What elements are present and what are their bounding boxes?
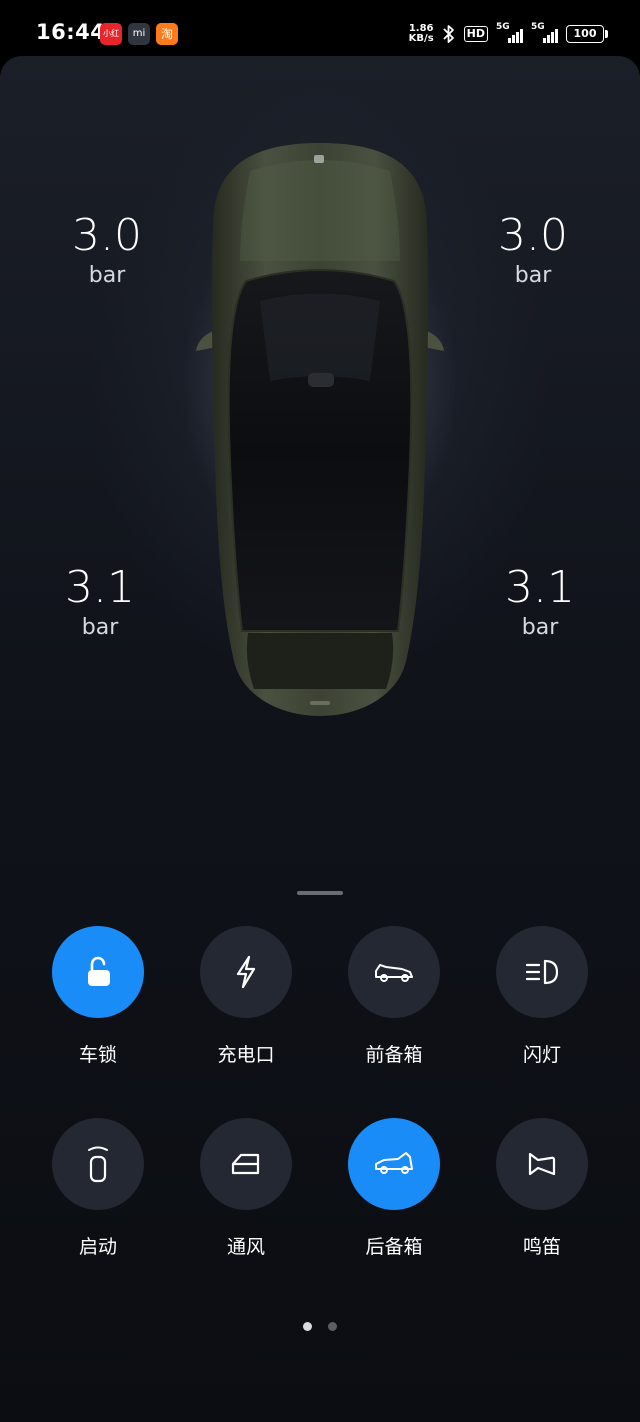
- taobao-app-icon: 淘: [156, 23, 178, 45]
- tire-pressure-rear-right: 3.1 bar: [485, 563, 595, 643]
- charge-port-button[interactable]: [200, 926, 292, 1018]
- headlight-icon: [525, 959, 559, 985]
- rear-trunk-button[interactable]: [348, 1118, 440, 1210]
- vehicle-control-panel: 3.0 bar 3.0 bar 3.1 bar 3.1 bar 车锁 充电口 前…: [0, 56, 640, 1422]
- control-label: 通风: [226, 1236, 265, 1258]
- horn-button[interactable]: [496, 1118, 588, 1210]
- tire-pressure-unit: bar: [514, 263, 552, 288]
- tire-pressure-rear-left: 3.1 bar: [45, 563, 155, 643]
- tire-pressure-front-right: 3.0 bar: [478, 211, 588, 291]
- front-trunk-button[interactable]: [348, 926, 440, 1018]
- signal-icon: 5G: [531, 22, 558, 43]
- control-lock[interactable]: 车锁: [23, 926, 173, 1067]
- tire-pressure-value: 3.0: [72, 210, 142, 261]
- control-flash-lights[interactable]: 闪灯: [467, 926, 617, 1067]
- tire-pressure-value: 3.1: [65, 562, 135, 613]
- hd-voice-badge: HD: [463, 26, 488, 42]
- tire-pressure-unit: bar: [521, 615, 559, 640]
- tire-pressure-value: 3.0: [498, 210, 568, 261]
- window-icon: [231, 1153, 260, 1175]
- control-horn[interactable]: 鸣笛: [467, 1118, 617, 1259]
- signal-icon: 5G: [496, 22, 523, 43]
- control-label: 充电口: [217, 1044, 275, 1066]
- front-trunk-icon: [375, 964, 413, 982]
- control-label: 前备箱: [365, 1044, 423, 1066]
- status-bar: 16:44 小红书 mi 淘 1.86 KB/s HD 5G 5G 100: [0, 0, 640, 60]
- rear-trunk-icon: [375, 1152, 413, 1174]
- control-rear-trunk[interactable]: 后备箱: [319, 1118, 469, 1259]
- lock-button[interactable]: [52, 926, 144, 1018]
- control-label: 启动: [78, 1236, 117, 1258]
- tire-pressure-unit: bar: [88, 263, 126, 288]
- ventilation-button[interactable]: [200, 1118, 292, 1210]
- flash-lights-button[interactable]: [496, 926, 588, 1018]
- page-indicator: [0, 1316, 640, 1335]
- control-label: 鸣笛: [522, 1236, 561, 1258]
- battery-icon: 100: [566, 25, 608, 43]
- tire-pressure-value: 3.1: [505, 562, 575, 613]
- start-button[interactable]: [52, 1118, 144, 1210]
- car-top-view-image: [196, 143, 444, 716]
- control-label: 后备箱: [365, 1236, 423, 1258]
- control-front-trunk[interactable]: 前备箱: [319, 926, 469, 1067]
- horn-icon: [528, 1152, 556, 1176]
- unlock-icon: [88, 956, 110, 986]
- tire-pressure-front-left: 3.0 bar: [52, 211, 162, 291]
- control-label: 闪灯: [522, 1044, 561, 1066]
- mi-app-icon: mi: [128, 23, 150, 45]
- page-dot-2[interactable]: [327, 1322, 337, 1331]
- key-fob-icon: [88, 1146, 108, 1183]
- control-start[interactable]: 启动: [23, 1118, 173, 1259]
- xiaohongshu-app-icon: 小红书: [100, 23, 122, 45]
- page-dot-1[interactable]: [303, 1322, 313, 1331]
- bottom-sheet-handle[interactable]: [297, 891, 343, 895]
- clock: 16:44: [36, 20, 106, 44]
- control-charge-port[interactable]: 充电口: [171, 926, 321, 1067]
- bluetooth-icon: [443, 25, 454, 43]
- network-speed: 1.86 KB/s: [408, 23, 434, 44]
- bolt-icon: [236, 955, 256, 989]
- control-label: 车锁: [78, 1044, 117, 1066]
- control-ventilation[interactable]: 通风: [171, 1118, 321, 1259]
- tire-pressure-unit: bar: [81, 615, 119, 640]
